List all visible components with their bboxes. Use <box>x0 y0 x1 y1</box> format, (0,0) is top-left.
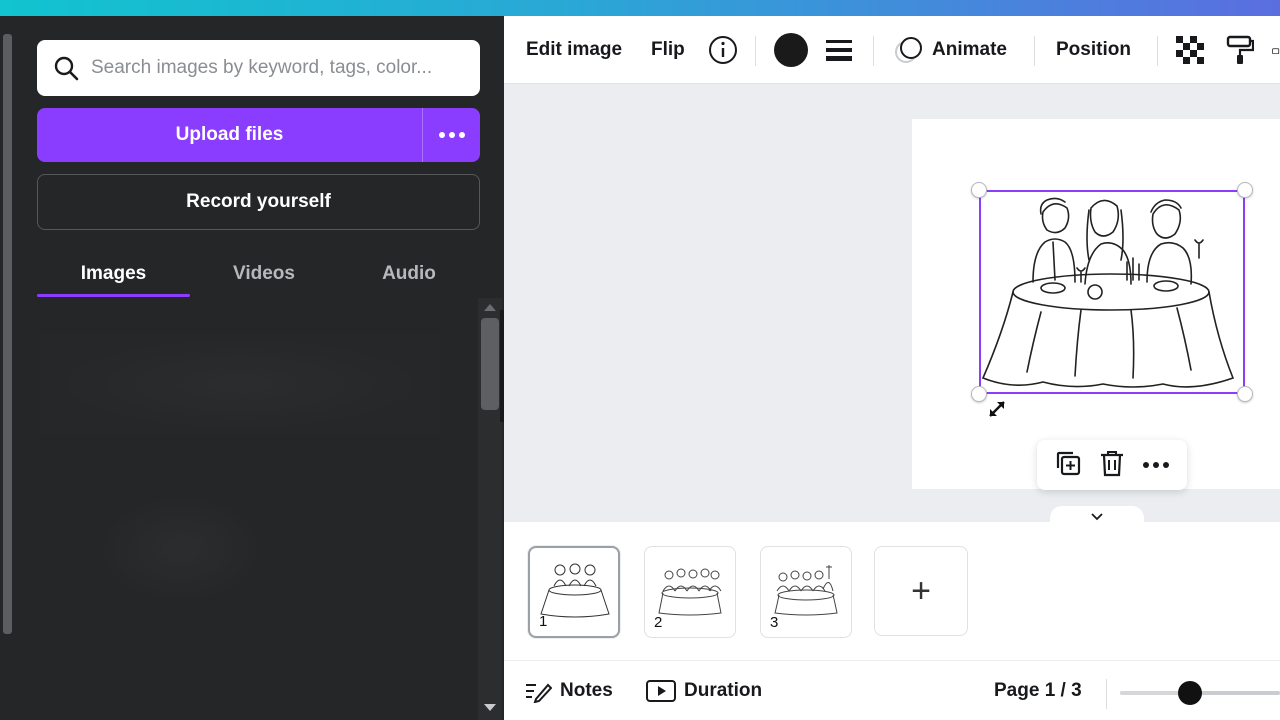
resize-handle-top-right[interactable] <box>1237 182 1253 198</box>
duration-button[interactable]: Duration <box>646 661 762 720</box>
search-box[interactable] <box>37 40 480 96</box>
search-input[interactable] <box>91 57 466 79</box>
toolbar-divider <box>755 36 756 66</box>
info-icon <box>709 36 737 64</box>
uploads-panel: Upload files Record yourself Images Vide… <box>0 16 504 720</box>
lock-icon <box>1272 48 1280 55</box>
color-button[interactable] <box>774 16 808 84</box>
content-scrollbar-thumb[interactable] <box>481 318 499 410</box>
more-options-button[interactable] <box>1142 456 1170 474</box>
dinner-sketch-illustration <box>981 197 1235 388</box>
thumbnail-sketch-icon <box>658 568 722 616</box>
window-top-gradient <box>0 0 1280 16</box>
upload-more-button[interactable] <box>423 108 480 162</box>
thumbnail-sketch-icon <box>774 565 838 616</box>
resize-handle-top-left[interactable] <box>971 182 987 198</box>
page-number-label: 1 <box>539 613 548 630</box>
upload-files-button[interactable]: Upload files <box>37 108 423 162</box>
footer-divider <box>1106 679 1107 709</box>
search-icon <box>54 56 79 81</box>
active-tab-indicator <box>37 294 190 297</box>
page-thumbnail-3[interactable]: 3 <box>760 546 852 638</box>
loading-placeholder <box>96 494 266 604</box>
toolbar-divider <box>1034 36 1035 66</box>
page-thumbnails-strip: 1 2 3 + <box>504 522 1280 660</box>
border-lines-icon <box>826 40 852 61</box>
page-number-label: 2 <box>654 614 663 631</box>
media-tabs: Images Videos Audio <box>37 250 480 298</box>
thumbnail-sketch-icon <box>540 563 610 618</box>
duration-label: Duration <box>684 680 763 701</box>
toolbar-divider <box>1157 36 1158 66</box>
flip-button[interactable]: Flip <box>651 16 685 84</box>
scroll-up-arrow-icon[interactable] <box>484 304 496 311</box>
element-context-menu <box>1037 440 1187 490</box>
notes-button[interactable]: Notes <box>524 661 613 720</box>
page-indicator[interactable]: Page 1 / 3 <box>994 661 1082 720</box>
transparency-icon <box>1176 36 1204 64</box>
add-page-button[interactable]: + <box>874 546 968 636</box>
duplicate-button[interactable] <box>1054 449 1082 482</box>
play-box-icon <box>646 680 676 702</box>
position-button[interactable]: Position <box>1056 16 1131 84</box>
trash-icon <box>1100 450 1123 476</box>
copy-style-button[interactable] <box>1226 16 1254 84</box>
chevron-down-icon <box>1091 513 1103 521</box>
upload-button-group: Upload files <box>37 108 480 162</box>
resize-handle-bottom-right[interactable] <box>1237 386 1253 402</box>
more-dots-icon <box>1143 462 1170 468</box>
paint-roller-icon <box>1226 35 1254 64</box>
zoom-slider-handle[interactable] <box>1178 681 1202 705</box>
info-button[interactable] <box>708 16 738 84</box>
more-dots-icon <box>438 132 465 138</box>
animate-icon <box>895 37 922 63</box>
scroll-down-arrow-icon[interactable] <box>484 704 496 711</box>
page-thumbnail-2[interactable]: 2 <box>644 546 736 638</box>
page-thumbnail-1[interactable]: 1 <box>528 546 620 638</box>
page-number-label: 3 <box>770 614 779 631</box>
duplicate-icon <box>1056 451 1080 475</box>
panel-scrollbar[interactable] <box>3 34 12 634</box>
transparency-button[interactable] <box>1176 16 1204 84</box>
context-toolbar: Edit image Flip Animate Position <box>504 16 1280 84</box>
notes-pencil-icon <box>526 683 552 703</box>
tab-videos[interactable]: Videos <box>190 250 338 298</box>
animate-button[interactable]: Animate <box>894 16 1007 84</box>
resize-handle-bottom-left[interactable] <box>971 386 987 402</box>
more-toolbar-button[interactable] <box>1272 16 1280 84</box>
tab-images[interactable]: Images <box>37 250 190 298</box>
record-yourself-button[interactable]: Record yourself <box>37 174 480 230</box>
edit-image-button[interactable]: Edit image <box>526 16 622 84</box>
notes-label: Notes <box>560 680 613 701</box>
loading-placeholder <box>40 334 440 434</box>
delete-button[interactable] <box>1099 449 1125 482</box>
color-swatch <box>774 33 808 67</box>
selected-image[interactable] <box>979 190 1245 394</box>
animate-label: Animate <box>932 39 1007 60</box>
border-style-button[interactable] <box>825 16 853 84</box>
editor-footer: Notes Duration Page 1 / 3 <box>504 660 1280 720</box>
toolbar-divider <box>873 36 874 66</box>
tab-audio[interactable]: Audio <box>338 250 480 298</box>
resize-cursor-icon <box>989 401 1005 417</box>
